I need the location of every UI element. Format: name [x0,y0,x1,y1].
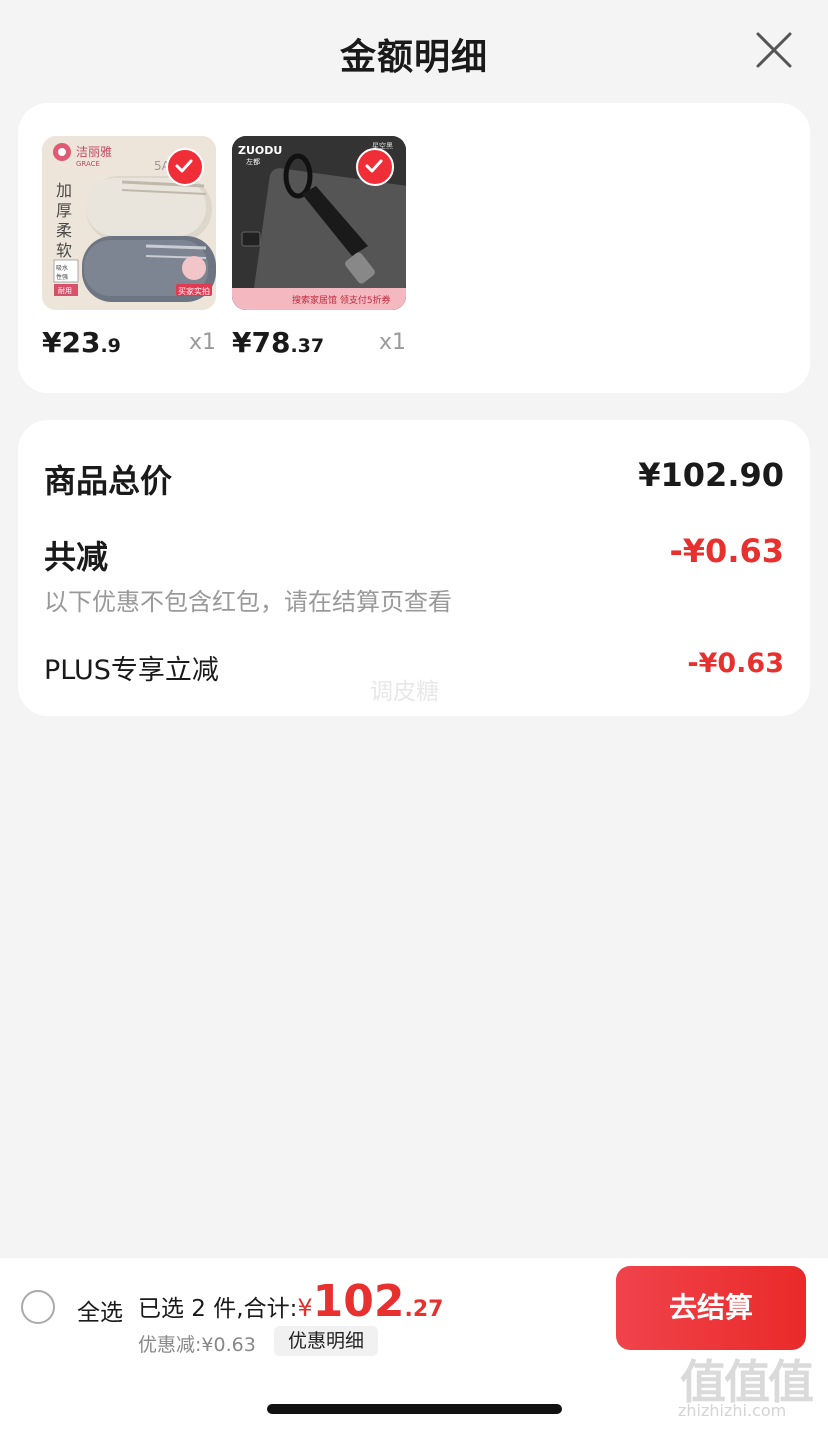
total-integer: 102 [312,1276,405,1327]
discount-amount: 优惠减:¥0.63 [138,1334,256,1356]
home-indicator-area: 值值值 zhizhizhi.com [0,1355,828,1432]
towel-brand-en: GRACE [76,160,100,168]
amount-detail-sheet: 金额明细 洁丽雅 GRACE 5A 加 厚 柔 软 吸水 性强 耐用 买家实拍 … [0,0,828,1258]
product-qty: x1 [188,330,216,355]
product-price: ¥23.9 [42,326,121,359]
total-value: ¥102.90 [638,456,784,494]
discount-note: 以下优惠不包含红包，请在结算页查看 [44,588,452,616]
svg-text:耐用: 耐用 [58,286,72,295]
home-indicator[interactable] [267,1404,562,1414]
close-icon[interactable] [752,28,796,72]
site-url: zhizhizhi.com [678,1401,787,1420]
towel-badge: 买家实拍 [178,286,210,296]
watermark-text: 调皮糖 [370,679,439,705]
towel-text-1: 加 [56,181,72,200]
product-qty: x1 [378,330,406,355]
umbrella-brand-cn: 左都 [246,157,260,166]
selected-check-icon[interactable] [166,148,204,186]
selected-count-text: 已选 2 件,合计: [138,1296,298,1322]
checkout-bar: 全选 已选 2 件,合计:¥102.27 优惠减:¥0.63 优惠明细 去结算 [0,1258,828,1358]
reduce-row: 共减 -¥0.63 [44,532,784,578]
towel-brand-cn: 洁丽雅 [76,144,112,159]
selected-total: 已选 2 件,合计:¥102.27 [138,1276,443,1327]
svg-text:软: 软 [56,241,72,260]
reduce-value: -¥0.63 [669,532,785,570]
selected-check-icon[interactable] [356,148,394,186]
total-label: 商品总价 [44,462,173,500]
price-summary-card: 商品总价 ¥102.90 共减 -¥0.63 以下优惠不包含红包，请在结算页查看… [18,420,810,716]
plus-label: PLUS专享立减 [44,655,219,686]
total-row: 商品总价 ¥102.90 [44,456,784,502]
umbrella-brand-en: ZUODU [238,144,282,157]
sheet-title: 金额明细 [339,37,488,78]
checkout-button[interactable]: 去结算 [616,1266,806,1350]
towel-product-image[interactable]: 洁丽雅 GRACE 5A 加 厚 柔 软 吸水 性强 耐用 买家实拍 [42,136,216,310]
select-all-label[interactable]: 全选 [77,1293,123,1327]
total-decimal: .27 [404,1297,444,1322]
plus-value: -¥0.63 [687,648,784,679]
discount-detail-button[interactable]: 优惠明细 [274,1326,379,1356]
umbrella-product-image[interactable]: ZUODU 左都 星空黑 搜索家居馆 领支付5折券 [232,136,406,310]
svg-text:柔: 柔 [56,221,72,240]
umbrella-banner: 搜索家居馆 领支付5折券 [292,294,391,306]
total-symbol: ¥ [297,1294,313,1322]
product-price: ¥78.37 [232,326,325,359]
products-card: 洁丽雅 GRACE 5A 加 厚 柔 软 吸水 性强 耐用 买家实拍 ¥23.9… [18,103,810,393]
svg-text:性强: 性强 [56,273,68,281]
svg-text:吸水: 吸水 [56,264,68,272]
select-all-radio[interactable] [21,1290,55,1324]
svg-text:厚: 厚 [56,201,72,220]
reduce-label: 共减 [44,538,109,576]
